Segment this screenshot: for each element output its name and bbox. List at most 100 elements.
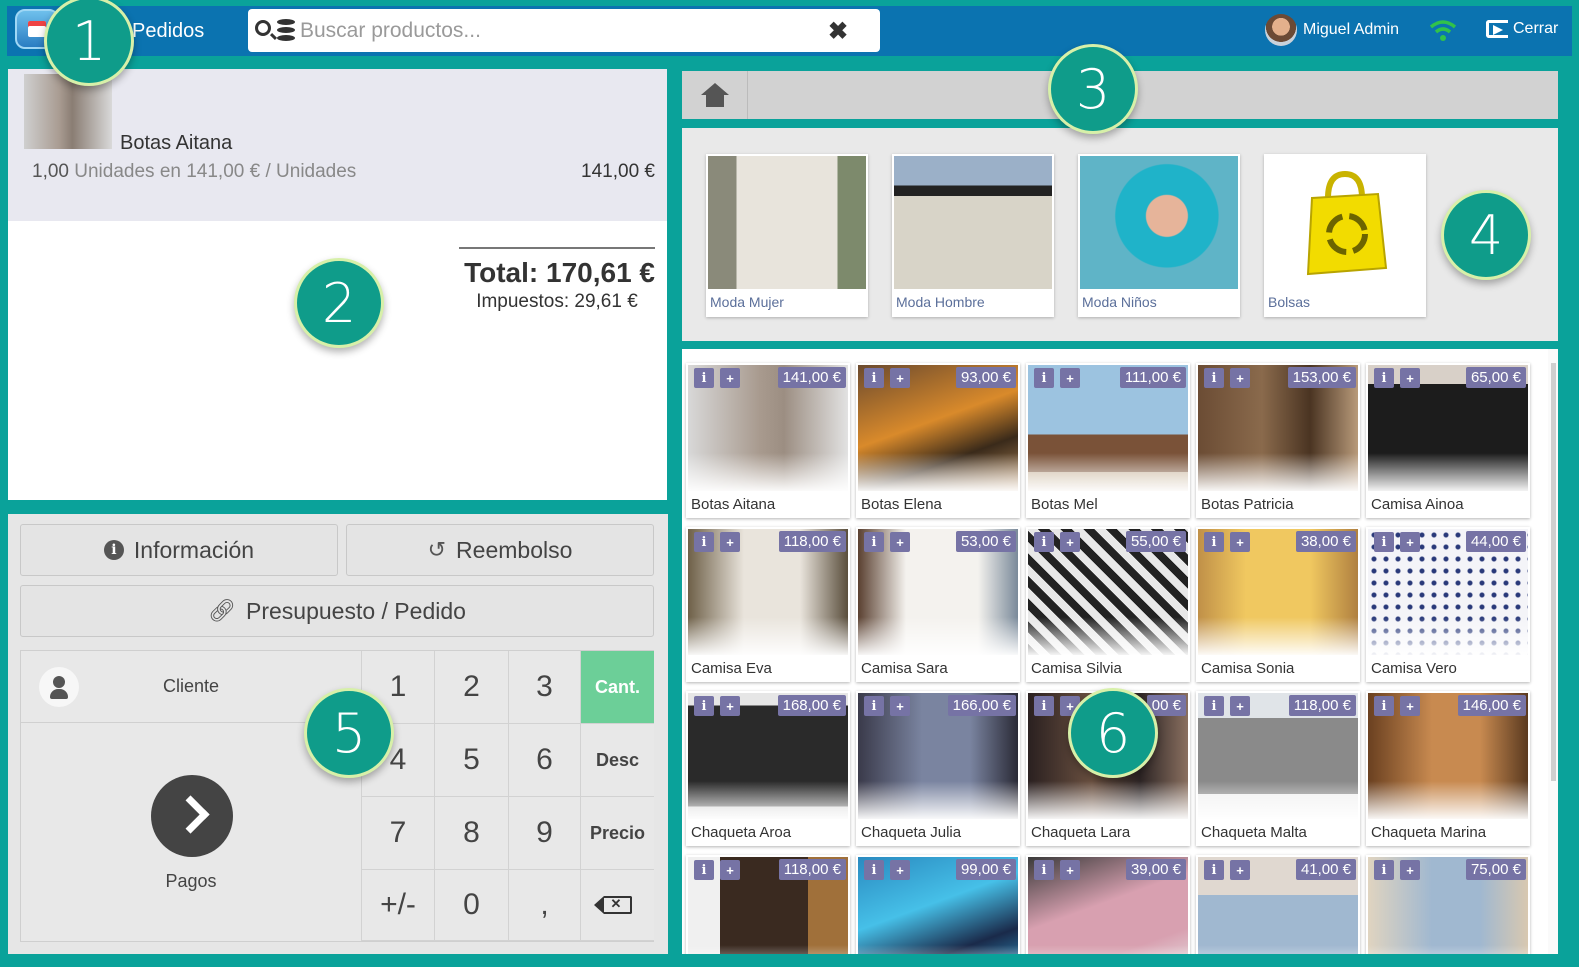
product-card[interactable]: i +166,00 € Chaqueta Julia <box>856 691 1020 846</box>
numpad-key[interactable]: 0 <box>434 870 508 941</box>
product-add-icon[interactable]: + <box>1060 860 1080 880</box>
product-info-icon[interactable]: i <box>864 696 884 716</box>
backspace-key[interactable] <box>580 870 654 941</box>
product-info-icon[interactable]: i <box>694 696 714 716</box>
product-card[interactable]: i +153,00 € Botas Patricia <box>1196 363 1360 518</box>
product-info-icon[interactable]: i <box>1034 368 1054 388</box>
product-card[interactable]: i +141,00 € Botas Aitana <box>686 363 850 518</box>
order-total: Total: 170,61 € <box>464 257 655 288</box>
numpad-key[interactable]: , <box>508 870 580 941</box>
product-add-icon[interactable]: + <box>720 696 740 716</box>
information-button[interactable]: i Información <box>20 524 338 576</box>
product-card[interactable]: i +41,00 € <box>1196 855 1360 954</box>
step-marker-5: 5 <box>304 688 394 778</box>
product-card[interactable]: i +93,00 € Botas Elena <box>856 363 1020 518</box>
product-info-icon[interactable]: i <box>864 368 884 388</box>
product-add-icon[interactable]: + <box>720 860 740 880</box>
home-button[interactable] <box>682 71 748 119</box>
product-add-icon[interactable]: + <box>1230 860 1250 880</box>
payments-button[interactable] <box>151 775 233 857</box>
clear-search-icon[interactable]: ✖ <box>828 17 848 46</box>
product-add-icon[interactable]: + <box>1400 368 1420 388</box>
product-card[interactable]: i +118,00 € Chaqueta Malta <box>1196 691 1360 846</box>
product-card[interactable]: i +168,00 € Chaqueta Aroa <box>686 691 850 846</box>
product-add-icon[interactable]: + <box>890 860 910 880</box>
product-info-icon[interactable]: i <box>1034 532 1054 552</box>
product-card[interactable]: i +38,00 € Camisa Sonia <box>1196 527 1360 682</box>
category-label: Moda Niños <box>1082 294 1157 310</box>
product-info-icon[interactable]: i <box>694 532 714 552</box>
category-moda-ninos[interactable]: Moda Niños <box>1078 154 1240 317</box>
logout-button[interactable]: Cerrar <box>1486 20 1558 38</box>
product-add-icon[interactable]: + <box>1400 860 1420 880</box>
product-scrollbar[interactable] <box>1548 349 1558 954</box>
product-info-icon[interactable]: i <box>1204 860 1224 880</box>
product-add-icon[interactable]: + <box>720 368 740 388</box>
user-menu[interactable]: Miguel Admin <box>1265 14 1399 46</box>
product-add-icon[interactable]: + <box>720 532 740 552</box>
category-moda-mujer[interactable]: Moda Mujer <box>706 154 868 317</box>
product-card[interactable]: i +44,00 € Camisa Vero <box>1366 527 1530 682</box>
numpad-key[interactable]: Cant. <box>580 651 654 724</box>
product-card[interactable]: i +111,00 € Botas Mel <box>1026 363 1190 518</box>
product-add-icon[interactable]: + <box>1060 532 1080 552</box>
product-card[interactable]: i +118,00 € <box>686 855 850 954</box>
numpad-key[interactable]: 9 <box>508 797 580 870</box>
order-taxes: Impuestos: 29,61 € <box>476 291 638 312</box>
product-info-icon[interactable]: i <box>1374 532 1394 552</box>
numpad-key[interactable]: 7 <box>361 797 434 870</box>
search-input[interactable] <box>300 16 820 46</box>
product-name: Chaqueta Marina <box>1371 824 1487 841</box>
avatar <box>1265 14 1297 46</box>
product-info-icon[interactable]: i <box>864 532 884 552</box>
numpad-key[interactable]: 5 <box>434 724 508 797</box>
numpad-key[interactable]: Precio <box>580 797 654 870</box>
product-info-icon[interactable]: i <box>864 860 884 880</box>
quote-order-button[interactable]: 🔗︎ Presupuesto / Pedido <box>20 585 654 637</box>
product-add-icon[interactable]: + <box>890 696 910 716</box>
product-card[interactable]: i +65,00 € Camisa Ainoa <box>1366 363 1530 518</box>
product-add-icon[interactable]: + <box>1400 532 1420 552</box>
product-add-icon[interactable]: + <box>1230 696 1250 716</box>
product-add-icon[interactable]: + <box>1400 696 1420 716</box>
database-icon[interactable] <box>277 19 295 41</box>
product-card[interactable]: i +55,00 € Camisa Silvia <box>1026 527 1190 682</box>
product-info-icon[interactable]: i <box>694 860 714 880</box>
product-info-icon[interactable]: i <box>1034 860 1054 880</box>
product-card[interactable]: i +75,00 € <box>1366 855 1530 954</box>
product-add-icon[interactable]: + <box>1060 368 1080 388</box>
order-line[interactable]: Botas Aitana 1,00 Unidades en 141,00 € /… <box>8 69 667 221</box>
product-card[interactable]: i +118,00 € Camisa Eva <box>686 527 850 682</box>
product-info-icon[interactable]: i <box>1374 368 1394 388</box>
numpad-key[interactable]: Desc <box>580 724 654 797</box>
product-info-icon[interactable]: i <box>1204 696 1224 716</box>
product-add-icon[interactable]: + <box>890 532 910 552</box>
numpad-key[interactable]: 2 <box>434 651 508 724</box>
category-moda-hombre[interactable]: Moda Hombre <box>892 154 1054 317</box>
numpad-key[interactable]: 3 <box>508 651 580 724</box>
product-info-icon[interactable]: i <box>694 368 714 388</box>
product-add-icon[interactable]: + <box>1230 532 1250 552</box>
bag-icon <box>1266 156 1424 289</box>
numpad-key[interactable]: 6 <box>508 724 580 797</box>
product-card[interactable]: i +146,00 € Chaqueta Marina <box>1366 691 1530 846</box>
link-icon: 🔗︎ <box>208 598 236 623</box>
refund-button[interactable]: ↺ Reembolso <box>346 524 654 576</box>
product-info-icon[interactable]: i <box>1034 696 1054 716</box>
numpad-key[interactable]: +/- <box>361 870 434 941</box>
product-add-icon[interactable]: + <box>1230 368 1250 388</box>
product-add-icon[interactable]: + <box>890 368 910 388</box>
product-card[interactable]: i +53,00 € Camisa Sara <box>856 527 1020 682</box>
product-card[interactable]: i +39,00 € <box>1026 855 1190 954</box>
step-marker-4: 4 <box>1441 190 1531 280</box>
product-info-icon[interactable]: i <box>1204 532 1224 552</box>
product-info-icon[interactable]: i <box>1204 368 1224 388</box>
product-info-icon[interactable]: i <box>1374 696 1394 716</box>
numpad-key[interactable]: 8 <box>434 797 508 870</box>
product-card[interactable]: i +99,00 € <box>856 855 1020 954</box>
order-line-quantity: 1,00 Unidades en 141,00 € / Unidades <box>32 161 356 183</box>
category-bolsas[interactable]: Bolsas <box>1264 154 1426 317</box>
product-grid: i +141,00 € Botas Aitana i +93,00 € Botas Ele… <box>682 349 1558 954</box>
category-kids-image <box>1080 156 1238 289</box>
product-info-icon[interactable]: i <box>1374 860 1394 880</box>
